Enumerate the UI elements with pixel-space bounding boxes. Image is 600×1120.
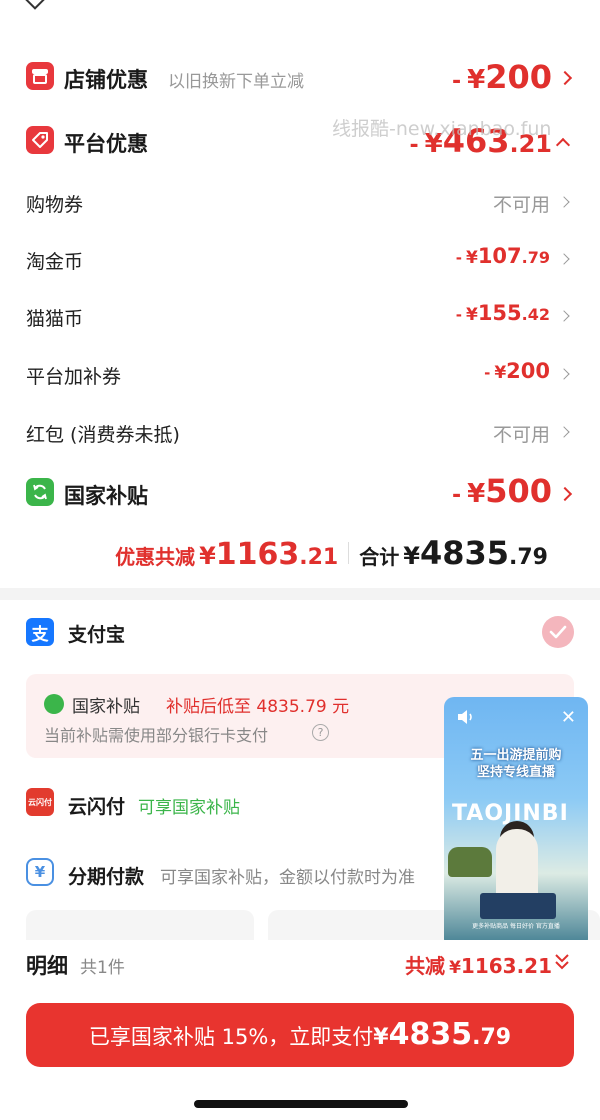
grand-total-label: 合计 xyxy=(359,545,400,569)
unionpay-note: 可享国家补贴 xyxy=(138,798,240,818)
notice-highlight: 补贴后低至 4835.79 元 xyxy=(166,697,350,717)
notice-description: 当前补贴需使用部分银行卡支付 xyxy=(44,726,269,745)
pay-button-currency: ¥ xyxy=(373,1025,389,1050)
item-value: - ¥107.79 xyxy=(455,244,550,268)
live-stream-video[interactable]: ✕ 五一出游提前购 坚持专线直播 TAOJINBI 更多补贴商品 每日好价 官方… xyxy=(444,697,588,949)
location-icon xyxy=(22,0,48,10)
detail-total: 共减 ¥1163.21 xyxy=(405,950,552,979)
discount-currency: ¥ xyxy=(199,542,216,570)
chevron-right-icon xyxy=(558,253,570,265)
store-discount-row[interactable]: 店铺优惠 以旧换新下单立减 - ¥200 xyxy=(0,56,600,100)
discount-item-platform-coupon[interactable]: 平台加补券 - ¥200 xyxy=(0,356,600,392)
installment-note: 可享国家补贴，金额以付款时为准 xyxy=(160,868,415,888)
close-icon[interactable]: ✕ xyxy=(561,707,576,728)
previous-section-cutoff xyxy=(0,0,600,30)
live-footer: 更多补贴商品 每日好价 官方直播 xyxy=(472,923,560,930)
chevron-right-icon xyxy=(557,70,573,86)
discount-total-int: 1163 xyxy=(215,537,300,572)
discount-item-coupon[interactable]: 购物券 不可用 xyxy=(0,184,600,220)
item-label: 平台加补券 xyxy=(26,366,122,388)
desk-graphic xyxy=(480,893,556,919)
discount-total-dec: .21 xyxy=(299,545,339,570)
discount-item-maomaobi[interactable]: 猫猫币 - ¥155.42 xyxy=(0,298,600,334)
chevron-right-icon xyxy=(558,196,570,208)
help-icon[interactable]: ? xyxy=(312,724,329,741)
item-value: 不可用 xyxy=(492,194,550,216)
refresh-icon xyxy=(44,694,64,714)
item-value: - ¥200 xyxy=(484,359,550,383)
summary-divider xyxy=(348,542,350,564)
item-label: 淘金币 xyxy=(26,251,84,273)
discount-total-label: 优惠共减 xyxy=(115,545,196,569)
store-discount-title: 店铺优惠 xyxy=(64,68,148,92)
national-subsidy-row[interactable]: 国家补贴 - ¥500 xyxy=(0,472,600,516)
chevron-right-icon xyxy=(557,486,573,502)
live-headline: 五一出游提前购 坚持专线直播 xyxy=(444,747,588,781)
yen-circle-icon: ¥ xyxy=(26,858,54,886)
car-graphic xyxy=(448,847,492,877)
detail-title: 明细 xyxy=(26,954,68,978)
detail-total-amount: 1163.21 xyxy=(460,954,552,978)
unionpay-icon: 云闪付 xyxy=(26,788,54,816)
item-label: 猫猫币 xyxy=(26,308,84,330)
home-indicator xyxy=(194,1100,408,1108)
pay-button-amount-dec: .79 xyxy=(472,1025,512,1050)
alipay-label: 支付宝 xyxy=(68,624,126,646)
payment-option-alipay[interactable]: 支 支付宝 xyxy=(0,612,600,652)
item-label: 购物券 xyxy=(26,194,84,216)
chevron-right-icon xyxy=(558,368,570,380)
chevron-right-icon xyxy=(558,426,570,438)
section-divider xyxy=(0,588,600,600)
store-discount-amount: - ¥200 xyxy=(451,58,552,96)
total-currency: ¥ xyxy=(403,542,420,570)
notice-title: 国家补贴 xyxy=(72,697,140,717)
detail-count: 共1件 xyxy=(80,958,125,978)
chevron-right-icon xyxy=(558,310,570,322)
pay-button-label: 已享国家补贴 15%，立即支付 xyxy=(88,1025,374,1049)
pay-button-amount-int: 4835 xyxy=(388,1017,473,1052)
platform-discount-title: 平台优惠 xyxy=(64,132,148,156)
refresh-icon xyxy=(26,478,54,506)
item-label: 红包 (消费券未抵) xyxy=(26,424,180,446)
national-subsidy-amount: - ¥500 xyxy=(451,472,552,510)
national-subsidy-title: 国家补贴 xyxy=(64,484,148,508)
detail-total-currency: ¥ xyxy=(449,958,461,978)
chevron-up-icon xyxy=(555,137,571,153)
double-chevron-down-icon[interactable] xyxy=(554,952,570,976)
alipay-icon: 支 xyxy=(26,618,54,646)
order-summary: 优惠共减 ¥ 1163 .21 合计 ¥ 4835 .79 xyxy=(115,534,548,572)
detail-bar[interactable]: 明细 共1件 共减 ¥1163.21 xyxy=(0,940,600,990)
item-value: 不可用 xyxy=(492,424,550,446)
watermark: 线报酷-new.xianbao.fun xyxy=(332,118,552,140)
live-headline-line1: 五一出游提前购 xyxy=(470,748,562,763)
detail-total-label: 共减 xyxy=(405,954,446,978)
speaker-icon[interactable] xyxy=(456,709,476,729)
tag-icon xyxy=(26,126,54,154)
installment-label: 分期付款 xyxy=(68,866,145,888)
store-discount-subtitle: 以旧换新下单立减 xyxy=(168,72,304,92)
item-value: - ¥155.42 xyxy=(455,301,550,325)
discount-item-red-packet[interactable]: 红包 (消费券未抵) 不可用 xyxy=(0,414,600,450)
discount-item-taojinbi[interactable]: 淘金币 - ¥107.79 xyxy=(0,241,600,277)
store-icon xyxy=(26,62,54,90)
pay-now-button[interactable]: 已享国家补贴 15%，立即支付 ¥ 4835 .79 xyxy=(26,1003,574,1067)
selected-check-icon[interactable] xyxy=(542,616,574,648)
grand-total-int: 4835 xyxy=(419,534,510,572)
grand-total-dec: .79 xyxy=(509,545,548,570)
unionpay-label: 云闪付 xyxy=(68,796,126,818)
installment-plan-card[interactable] xyxy=(26,910,254,940)
live-headline-line2: 坚持专线直播 xyxy=(476,765,555,780)
